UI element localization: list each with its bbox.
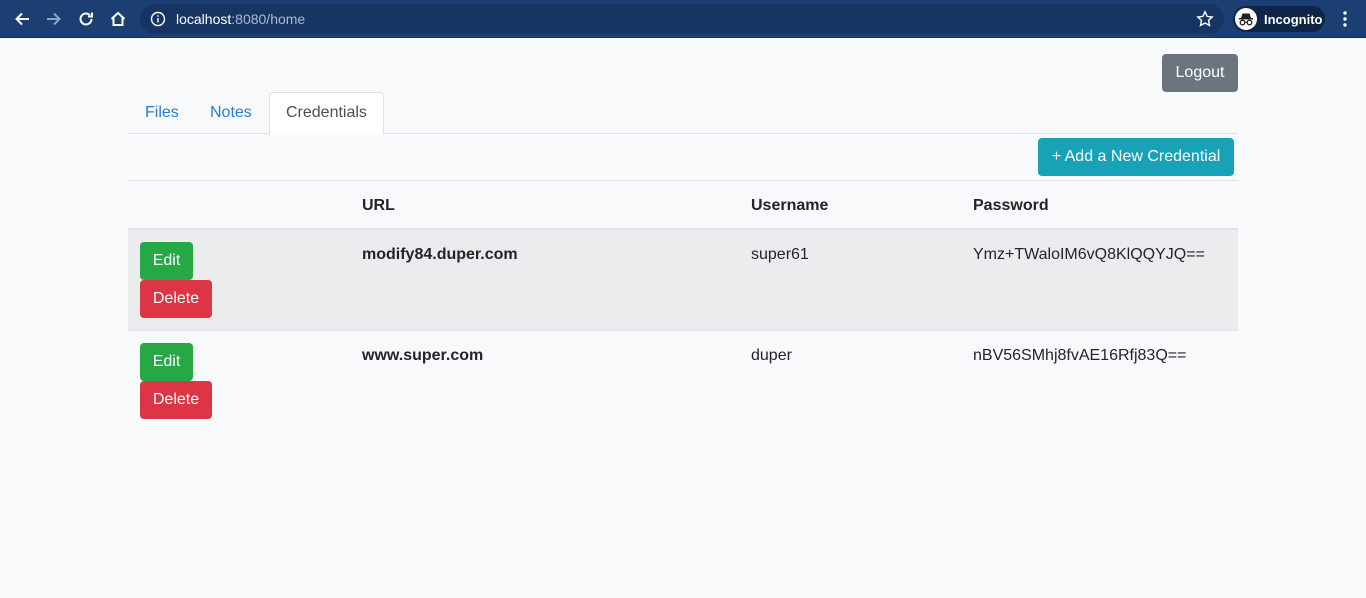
tab-files[interactable]: Files — [129, 92, 195, 134]
url-path: :8080/home — [231, 11, 306, 27]
logout-button[interactable]: Logout — [1162, 54, 1238, 92]
header-password: Password — [973, 197, 1049, 214]
incognito-label: Incognito — [1264, 11, 1323, 27]
credentials-table: URL Username Password Edit Delete modify… — [128, 180, 1238, 432]
delete-button[interactable]: Delete — [140, 381, 212, 419]
home-icon — [110, 11, 126, 26]
forward-button[interactable] — [38, 3, 70, 35]
credential-password: Ymz+TWaloIM6vQ8KlQQYJQ== — [973, 246, 1205, 263]
browser-menu-icon[interactable] — [1335, 9, 1355, 29]
reload-button[interactable] — [70, 3, 102, 35]
reload-icon — [79, 12, 93, 26]
edit-button[interactable]: Edit — [140, 242, 193, 280]
site-info-icon[interactable] — [140, 11, 176, 27]
browser-toolbar: localhost:8080/home Incognito — [0, 0, 1366, 38]
tab-bar: Files Notes Credentials — [128, 92, 1238, 135]
add-credential-button[interactable]: + Add a New Credential — [1038, 138, 1234, 176]
url-host: localhost — [176, 11, 232, 27]
tab-credentials[interactable]: Credentials — [269, 92, 384, 135]
credential-username: duper — [751, 347, 792, 364]
address-url: localhost:8080/home — [176, 11, 305, 27]
edit-button[interactable]: Edit — [140, 343, 193, 381]
table-row: Edit Delete modify84.duper.com super61 Y… — [128, 230, 1238, 331]
back-arrow-icon — [15, 12, 29, 26]
back-button[interactable] — [6, 3, 38, 35]
bookmark-star-icon[interactable] — [1196, 10, 1214, 33]
credential-password: nBV56SMhj8fvAE16Rfj83Q== — [973, 347, 1187, 364]
address-bar[interactable]: localhost:8080/home — [140, 4, 1224, 34]
header-username: Username — [751, 197, 829, 214]
incognito-profile-button[interactable]: Incognito — [1233, 6, 1325, 32]
forward-arrow-icon — [47, 12, 61, 26]
tab-notes[interactable]: Notes — [194, 92, 268, 134]
incognito-icon — [1235, 8, 1257, 30]
table-row: Edit Delete www.super.com duper nBV56SMh… — [128, 331, 1238, 432]
credential-username: super61 — [751, 246, 809, 263]
credential-url: modify84.duper.com — [362, 246, 518, 263]
credential-url: www.super.com — [362, 347, 484, 364]
table-header: URL Username Password — [128, 180, 1238, 230]
delete-button[interactable]: Delete — [140, 280, 212, 318]
header-url: URL — [362, 197, 395, 214]
home-button[interactable] — [102, 3, 134, 35]
page-content: Logout Files Notes Credentials + Add a N… — [0, 38, 1366, 598]
